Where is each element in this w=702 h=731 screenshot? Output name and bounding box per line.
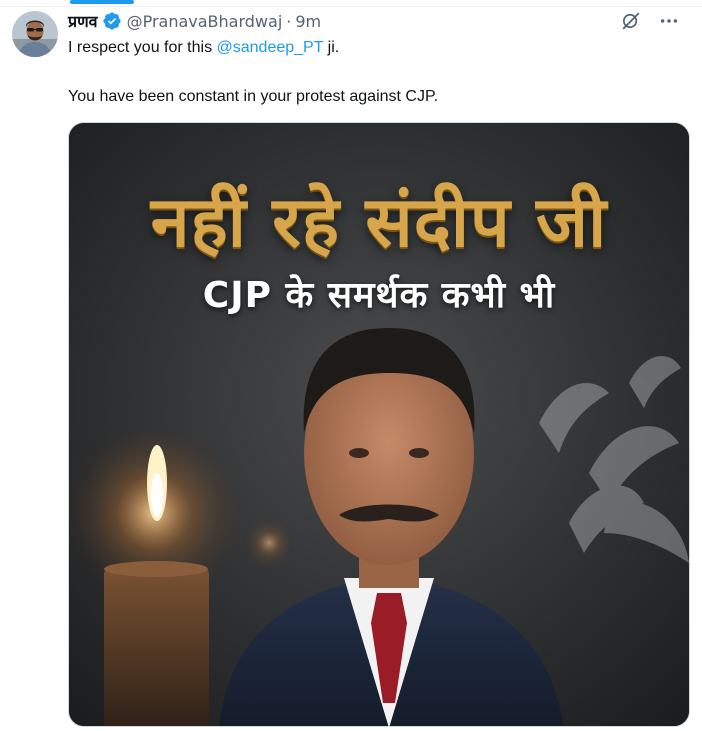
poster-subline: CJP के समर्थक कभी भी [202,275,556,316]
separator-dot: · [286,11,292,31]
display-name[interactable]: प्रणव [68,10,98,32]
grok-icon[interactable] [620,10,642,32]
header-actions [620,10,680,32]
mention-link[interactable]: @sandeep_PT [217,39,324,56]
tweet-text-line-1: I respect you for this @sandeep_PT ji. [68,37,686,59]
avatar[interactable] [12,11,58,57]
avatar-image [12,11,58,57]
media-image[interactable]: नहीं रहे संदीप जी CJP के समर्थक कभी भी [68,122,690,727]
poster-headline: नहीं रहे संदीप जी [150,181,608,263]
tweet[interactable]: प्रणव @PranavaBhardwaj · 9m I respect yo… [0,0,702,731]
timestamp[interactable]: 9m [295,12,321,31]
tweet-text-suffix: ji. [323,39,340,56]
tweet-header: प्रणव @PranavaBhardwaj · 9m [68,10,690,32]
tweet-text-line-2: You have been constant in your protest a… [68,88,439,105]
verified-badge-icon [102,11,122,31]
tweet-text-prefix: I respect you for this [68,39,217,56]
user-handle[interactable]: @PranavaBhardwaj [127,12,283,31]
more-icon[interactable] [658,10,680,32]
